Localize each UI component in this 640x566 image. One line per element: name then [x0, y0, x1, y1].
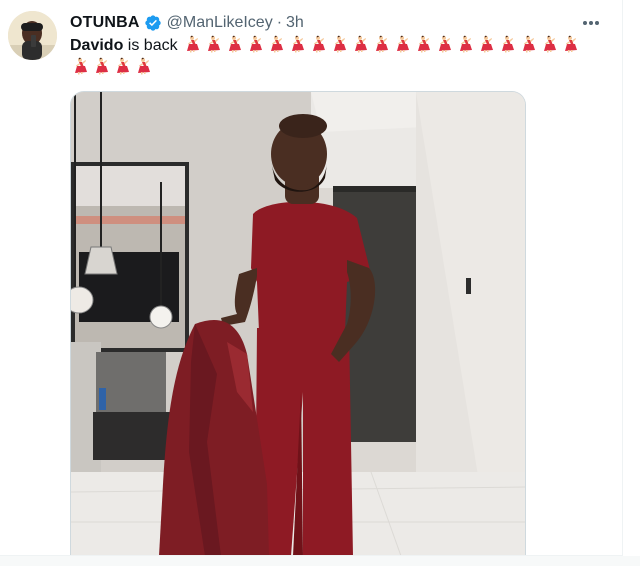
separator-dot: · — [276, 14, 283, 31]
woman-dancing-icon — [287, 35, 308, 53]
woman-dancing-icon — [70, 57, 91, 75]
woman-dancing-icon — [455, 35, 476, 53]
emoji-row-1 — [182, 35, 581, 53]
woman-dancing-icon — [560, 35, 581, 53]
woman-dancing-icon — [112, 57, 133, 75]
display-name[interactable]: OTUNBA — [70, 14, 140, 32]
verified-badge-icon — [144, 14, 162, 32]
tweet-header: OTUNBA @ManLikeIcey · 3h — [70, 12, 304, 34]
woman-dancing-icon — [497, 35, 518, 53]
woman-dancing-icon — [434, 35, 455, 53]
woman-dancing-icon — [413, 35, 434, 53]
woman-dancing-icon — [245, 35, 266, 53]
woman-dancing-icon — [91, 57, 112, 75]
woman-dancing-icon — [518, 35, 539, 53]
more-icon[interactable] — [578, 12, 604, 34]
tweet[interactable]: OTUNBA @ManLikeIcey · 3h Davido is back — [0, 0, 623, 556]
timestamp[interactable]: 3h — [286, 14, 304, 32]
tweet-text-line-1: Davido is back — [70, 35, 581, 57]
user-handle[interactable]: @ManLikeIcey — [167, 14, 273, 32]
tweet-text: is back — [123, 37, 178, 54]
woman-dancing-icon — [133, 57, 154, 75]
emoji-row-2 — [70, 57, 154, 75]
timeline-border — [622, 0, 623, 556]
tweet-text-line-2 — [70, 57, 154, 79]
woman-dancing-icon — [350, 35, 371, 53]
woman-dancing-icon — [308, 35, 329, 53]
woman-dancing-icon — [224, 35, 245, 53]
avatar[interactable] — [8, 11, 57, 60]
next-tweet-edge — [0, 556, 640, 566]
woman-dancing-icon — [203, 35, 224, 53]
woman-dancing-icon — [539, 35, 560, 53]
woman-dancing-icon — [182, 35, 203, 53]
tweet-photo[interactable] — [70, 91, 526, 555]
woman-dancing-icon — [476, 35, 497, 53]
mention-davido[interactable]: Davido — [70, 37, 123, 54]
woman-dancing-icon — [392, 35, 413, 53]
woman-dancing-icon — [371, 35, 392, 53]
avatar-image — [8, 11, 57, 60]
woman-dancing-icon — [329, 35, 350, 53]
woman-dancing-icon — [266, 35, 287, 53]
photo-image — [71, 92, 525, 555]
